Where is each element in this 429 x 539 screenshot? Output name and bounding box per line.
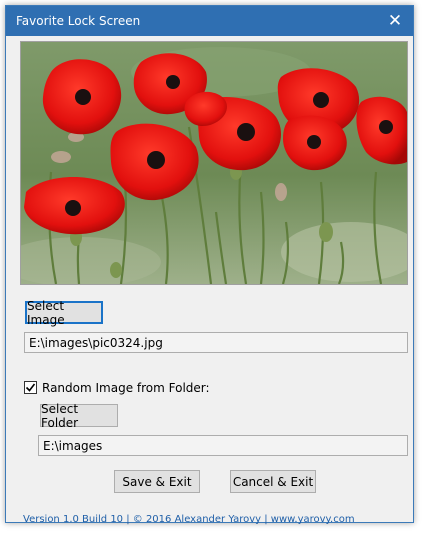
title-bar[interactable]: Favorite Lock Screen ✕	[6, 6, 413, 36]
select-image-button[interactable]: Select Image	[25, 299, 103, 327]
poppy-photo	[21, 42, 407, 284]
image-path-field[interactable]: E:\images\pic0324.jpg	[24, 332, 408, 353]
footer-version-info: Version 1.0 Build 10 | © 2016 Alexander …	[23, 514, 355, 525]
window-title: Favorite Lock Screen	[16, 14, 141, 28]
select-folder-button[interactable]: Select Folder	[40, 402, 118, 430]
close-icon[interactable]: ✕	[377, 6, 413, 36]
cancel-exit-button[interactable]: Cancel & Exit	[230, 470, 316, 493]
image-preview	[20, 41, 408, 285]
folder-path-field[interactable]: E:\images	[38, 435, 408, 456]
app-window: Favorite Lock Screen ✕ Select Image E:\i…	[5, 5, 414, 525]
random-folder-checkbox[interactable]	[24, 381, 37, 394]
save-exit-button[interactable]: Save & Exit	[114, 470, 200, 493]
checkmark-icon	[25, 383, 36, 392]
random-folder-label[interactable]: Random Image from Folder:	[42, 381, 210, 395]
